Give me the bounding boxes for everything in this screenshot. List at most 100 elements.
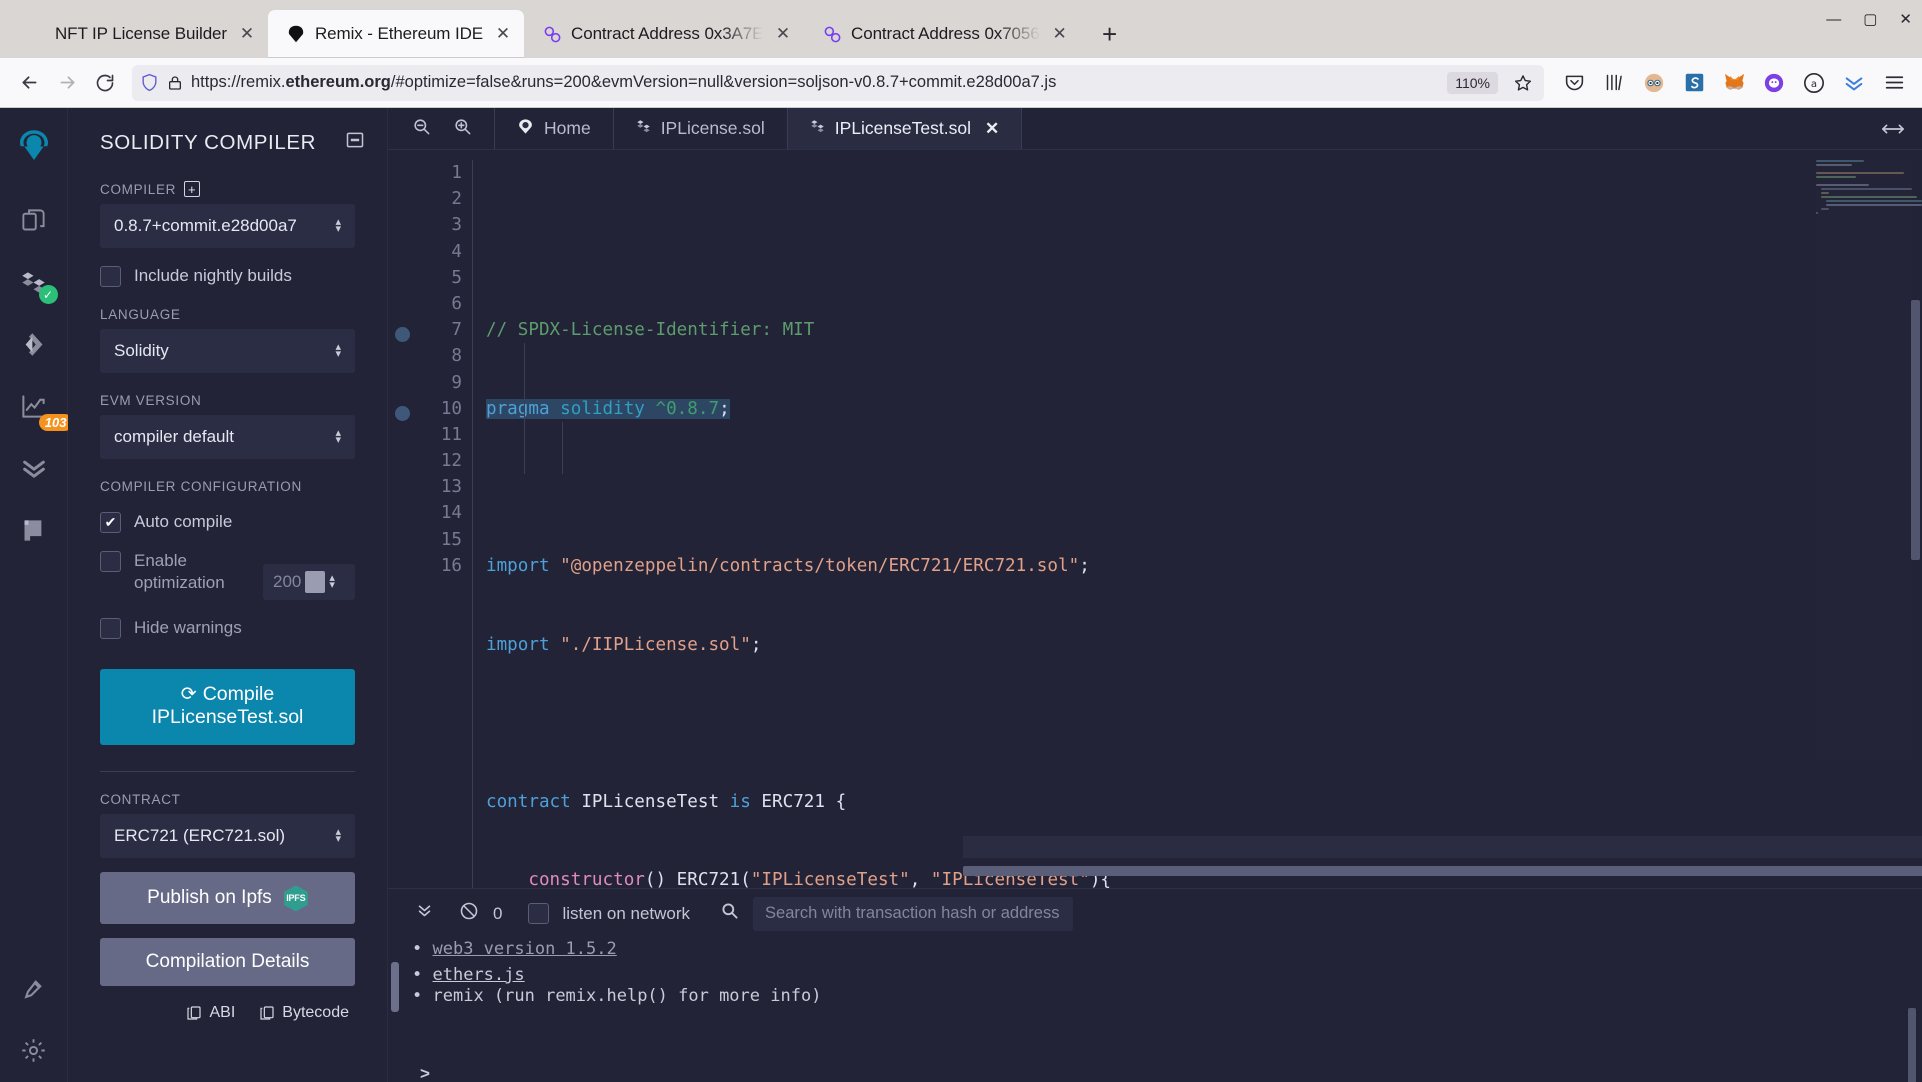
hide-warnings-row[interactable]: Hide warnings <box>100 617 355 639</box>
terminal-left-scrollbar[interactable] <box>388 938 402 1082</box>
terminal-output[interactable]: • web3 version 1.5.2 • ethers.js • remix… <box>388 938 1922 1082</box>
zoom-out-icon[interactable] <box>412 117 431 141</box>
include-nightly-row[interactable]: Include nightly builds <box>100 265 355 287</box>
lock-icon[interactable] <box>167 75 183 91</box>
browser-tab-1[interactable]: Remix - Ethereum IDE ✕ <box>267 10 525 58</box>
code-editor[interactable]: 1 2 3 4 5 6 7 8 9 10 11 12 13 14 15 16 // SPDX-License-… <box>388 150 1922 888</box>
auto-compile-checkbox[interactable]: ✔ <box>100 512 121 533</box>
hide-warnings-checkbox[interactable] <box>100 618 121 639</box>
window-close-button[interactable]: ✕ <box>1899 12 1912 27</box>
pocket-icon[interactable] <box>1556 65 1592 101</box>
file-explorer-icon[interactable] <box>8 194 60 246</box>
language-select[interactable]: Solidity ▴ ▾ <box>100 329 355 373</box>
minimap-row <box>1825 200 1922 202</box>
listen-on-network-checkbox[interactable] <box>528 903 550 924</box>
analysis-icon[interactable]: 103 <box>8 380 73 432</box>
plugin-manager-icon[interactable] <box>8 962 60 1014</box>
editor-tab-iplicense[interactable]: IPLicense.sol <box>614 108 788 149</box>
compiler-success-badge: ✓ <box>38 285 58 304</box>
terminal-log-text[interactable]: web3 version 1.5.2 <box>433 939 617 959</box>
code-line: contract IPLicenseTest is ERC721 { <box>486 791 847 812</box>
chevrons-down-icon[interactable] <box>416 902 433 925</box>
compiler-add-icon[interactable]: + <box>184 181 201 197</box>
chevron-updown-icon[interactable]: ▴ ▾ <box>329 573 335 591</box>
terminal-vscrollbar-thumb[interactable] <box>1908 1008 1916 1082</box>
minimap-row <box>1816 220 1912 222</box>
copy-bytecode-button[interactable]: Bytecode <box>259 1004 349 1022</box>
contract-select[interactable]: ERC721 (ERC721.sol) ▴ ▾ <box>100 814 355 859</box>
evm-version-label: EVM VERSION <box>100 393 202 408</box>
terminal-log-text[interactable]: ethers.js <box>433 965 525 985</box>
compilation-details-button[interactable]: Compilation Details <box>100 938 355 987</box>
sync-icon[interactable] <box>1676 65 1712 101</box>
code-line: pragma solidity ^0.8.7; <box>486 398 730 419</box>
browser-tab-3[interactable]: Contract Address 0x7056 ✕ <box>804 10 1081 58</box>
optimization-runs-stepper[interactable]: 200 ▴ ▾ <box>263 564 355 600</box>
forward-arrow-icon[interactable] <box>48 64 86 102</box>
browser-tab-0[interactable]: NFT IP License Builder ✕ <box>8 10 268 58</box>
etherscan-icon <box>822 24 842 44</box>
compiler-version-select[interactable]: 0.8.7+commit.e28d00a7 ▴ ▾ <box>100 204 355 248</box>
optimization-runs-value: 200 <box>273 572 302 591</box>
browser-tab-2[interactable]: Contract Address 0x3A7E ✕ <box>524 10 804 58</box>
tab-close-icon[interactable]: ✕ <box>1049 23 1071 45</box>
editor-tab-close-icon[interactable]: ✕ <box>985 119 999 139</box>
window-maximize-button[interactable]: ▢ <box>1863 12 1877 27</box>
panel-header: SOLIDITY COMPILER <box>68 108 387 155</box>
auto-compile-row[interactable]: ✔ Auto compile <box>100 511 355 533</box>
evm-version-select[interactable]: compiler default ▴ ▾ <box>100 415 355 459</box>
expand-horizontal-icon[interactable] <box>1864 108 1922 149</box>
account-avatar-icon[interactable] <box>1636 65 1672 101</box>
breakpoint-marker[interactable] <box>395 406 410 421</box>
new-tab-button[interactable]: + <box>1091 15 1129 53</box>
docs-icon[interactable] <box>8 504 60 556</box>
bookmark-star-icon[interactable] <box>1510 64 1536 102</box>
publish-ipfs-button[interactable]: Publish on Ipfs IPFS <box>100 872 355 925</box>
tab-close-icon[interactable]: ✕ <box>236 23 258 45</box>
code-lines[interactable]: // SPDX-License-Identifier: MIT pragma s… <box>472 160 1922 888</box>
enable-optimization-checkbox[interactable] <box>100 551 121 572</box>
zoom-level-badge[interactable]: 110% <box>1447 71 1498 94</box>
metamask-icon[interactable] <box>1716 65 1752 101</box>
window-minimize-button[interactable]: — <box>1826 12 1841 27</box>
include-nightly-checkbox[interactable] <box>100 266 121 287</box>
enable-optimization-row[interactable]: Enable optimization 200 ▴ ▾ <box>100 550 355 600</box>
breakpoint-gutter[interactable] <box>388 160 420 888</box>
scrollbar-thumb[interactable] <box>963 866 1922 876</box>
settings-gear-icon[interactable] <box>8 1024 60 1076</box>
editor-tab-home[interactable]: Home <box>495 108 614 149</box>
url-bar[interactable]: https://remix.ethereum.org/#optimize=fal… <box>132 64 1544 102</box>
browser-toolbar-icons: a <box>1552 65 1912 101</box>
clear-console-icon[interactable] <box>459 901 479 927</box>
contract-label: CONTRACT <box>100 792 181 808</box>
solidity-file-icon <box>810 118 825 140</box>
terminal-search-input[interactable]: Search with transaction hash or address <box>753 896 1074 931</box>
copy-abi-button[interactable]: ABI <box>186 1004 235 1022</box>
include-nightly-label: Include nightly builds <box>134 266 292 285</box>
wallet-icon[interactable] <box>1756 65 1792 101</box>
reload-icon[interactable] <box>86 64 124 102</box>
library-icon[interactable] <box>1596 65 1632 101</box>
compile-button[interactable]: ⟳ Compile IPLicenseTest.sol <box>100 669 355 746</box>
tracking-shield-icon[interactable] <box>140 73 159 92</box>
code-hscrollbar[interactable] <box>388 866 1922 876</box>
terminal-log-line: • web3 version 1.5.2 <box>412 939 1922 960</box>
terminal-prompt[interactable]: > <box>420 1064 430 1082</box>
chevrons-icon[interactable] <box>1836 65 1872 101</box>
panel-toggle-icon[interactable] <box>345 130 365 155</box>
tab-close-icon[interactable]: ✕ <box>772 23 794 45</box>
menu-icon[interactable] <box>1876 65 1912 101</box>
testing-icon[interactable] <box>8 442 60 494</box>
scrollbar-thumb[interactable] <box>391 962 399 1012</box>
code-minimap[interactable] <box>1816 160 1922 760</box>
adblock-icon[interactable]: a <box>1796 65 1832 101</box>
editor-tab-iplicensetest[interactable]: IPLicenseTest.sol ✕ <box>787 108 1023 149</box>
solidity-compiler-icon[interactable]: ✓ <box>8 256 60 308</box>
tab-close-icon[interactable]: ✕ <box>492 23 514 45</box>
back-arrow-icon[interactable] <box>10 64 48 102</box>
remix-logo-icon[interactable] <box>8 120 60 172</box>
deploy-run-icon[interactable] <box>8 318 60 370</box>
breakpoint-marker[interactable] <box>395 327 410 342</box>
zoom-in-icon[interactable] <box>453 117 472 141</box>
code-vscrollbar-thumb[interactable] <box>1911 300 1920 560</box>
